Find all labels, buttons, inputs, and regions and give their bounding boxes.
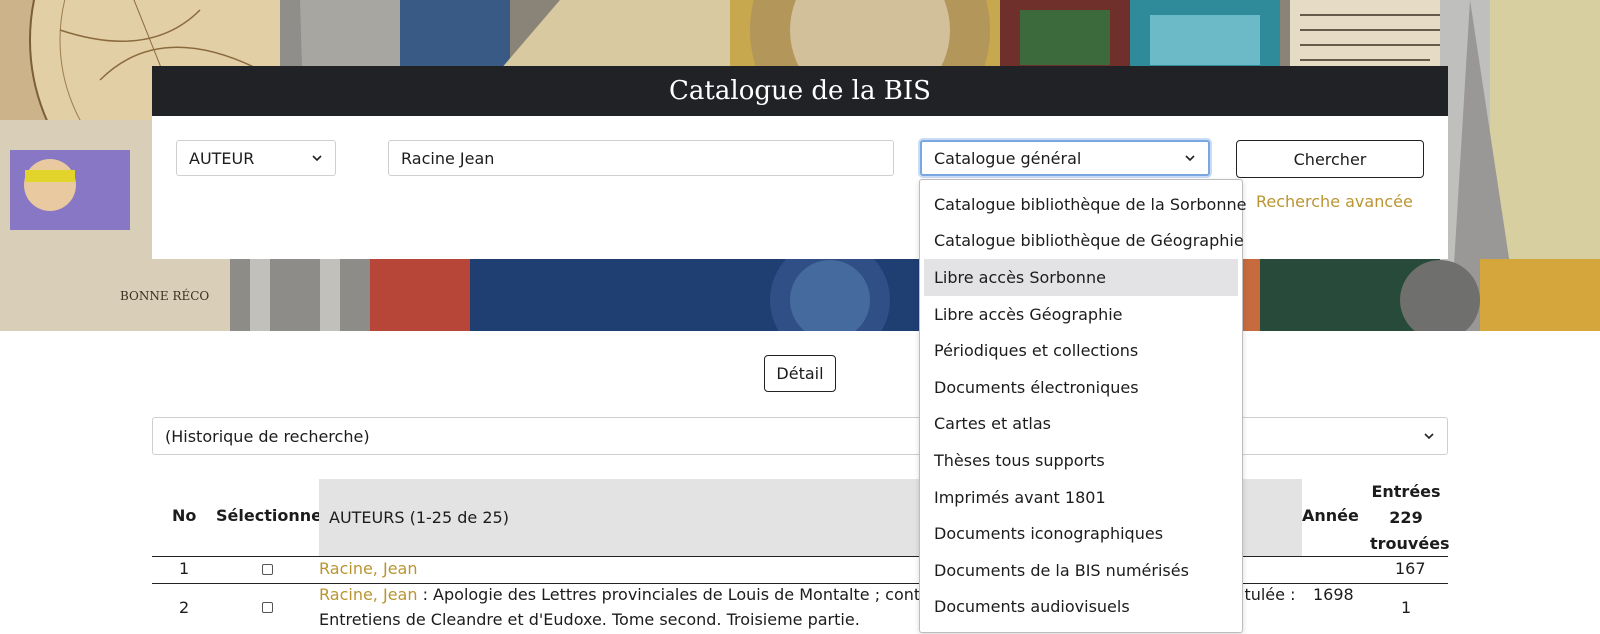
row-number: 1: [179, 559, 190, 578]
column-header-entries-line1: Entrées: [1371, 482, 1441, 501]
detail-button[interactable]: Détail: [764, 355, 836, 392]
author-link[interactable]: Racine, Jean: [319, 585, 417, 604]
row-checkbox[interactable]: [262, 564, 273, 575]
column-header-entries-count: 229: [1389, 508, 1423, 527]
catalog-option[interactable]: Documents électroniques: [924, 369, 1238, 406]
chevron-down-icon: [311, 152, 323, 164]
row-title: Racine, Jean : Apologie des Lettres prov…: [319, 585, 927, 604]
catalog-option-highlighted[interactable]: Libre accès Sorbonne: [924, 259, 1238, 296]
column-header-year: Année: [1302, 506, 1359, 525]
row-entries: 167: [1395, 559, 1426, 578]
catalog-select-value: Catalogue général: [934, 148, 1082, 168]
catalog-dropdown-list: Catalogue bibliothèque de la Sorbonne Ca…: [919, 179, 1246, 633]
row-entries: 1: [1401, 598, 1412, 617]
catalog-option[interactable]: Documents audiovisuels: [924, 589, 1238, 626]
svg-text:BONNE RÉCO: BONNE RÉCO: [120, 288, 209, 303]
column-header-no: No: [172, 506, 197, 525]
row-divider: [152, 583, 1448, 584]
catalog-option[interactable]: Documents iconographiques: [924, 515, 1238, 552]
catalog-option[interactable]: Périodiques et collections: [924, 332, 1238, 369]
row-year: 1698: [1313, 585, 1354, 604]
catalog-option[interactable]: Catalogue bibliothèque de la Sorbonne: [924, 186, 1246, 223]
search-input[interactable]: [388, 140, 894, 176]
advanced-search-link[interactable]: Recherche avancée: [1256, 192, 1413, 211]
catalog-select[interactable]: Catalogue général: [920, 140, 1210, 176]
column-header-authors-label: AUTEURS (1-25 de 25): [329, 508, 509, 527]
row-checkbox[interactable]: [262, 602, 273, 613]
chevron-down-icon: [1184, 152, 1196, 164]
catalog-option[interactable]: Thèses tous supports: [924, 442, 1238, 479]
catalog-option[interactable]: Imprimés avant 1801: [924, 479, 1238, 516]
search-field-value: AUTEUR: [189, 148, 255, 168]
column-header-select: Sélectionner: [216, 506, 330, 525]
catalog-title: Catalogue de la BIS: [152, 66, 1448, 116]
author-link[interactable]: Racine, Jean: [319, 559, 417, 578]
column-header-entries-line3: trouvées: [1370, 534, 1450, 553]
row-title-part-1: : Apologie des Lettres provinciales de L…: [417, 585, 927, 604]
row-title-part-3: Entretiens de Cleandre et d'Eudoxe. Tome…: [319, 610, 860, 629]
row-title-part-2: itulée :: [1240, 585, 1296, 604]
chevron-down-icon: [1423, 430, 1435, 442]
column-header-entries: Entrées 229 trouvées: [1370, 479, 1450, 557]
header-divider: [152, 556, 1448, 557]
catalog-option[interactable]: Libre accès Géographie: [924, 296, 1238, 333]
catalog-option[interactable]: Cartes et atlas: [924, 406, 1238, 443]
row-number: 2: [179, 598, 190, 617]
search-button[interactable]: Chercher: [1236, 140, 1424, 178]
catalog-option[interactable]: Catalogue bibliothèque de Géographie: [924, 223, 1244, 260]
search-panel: Catalogue de la BIS AUTEUR Catalogue gén…: [152, 66, 1448, 259]
catalog-option[interactable]: Documents de la BIS numérisés: [924, 552, 1238, 589]
search-field-select[interactable]: AUTEUR: [176, 140, 336, 176]
search-history-select[interactable]: (Historique de recherche): [152, 417, 1448, 455]
